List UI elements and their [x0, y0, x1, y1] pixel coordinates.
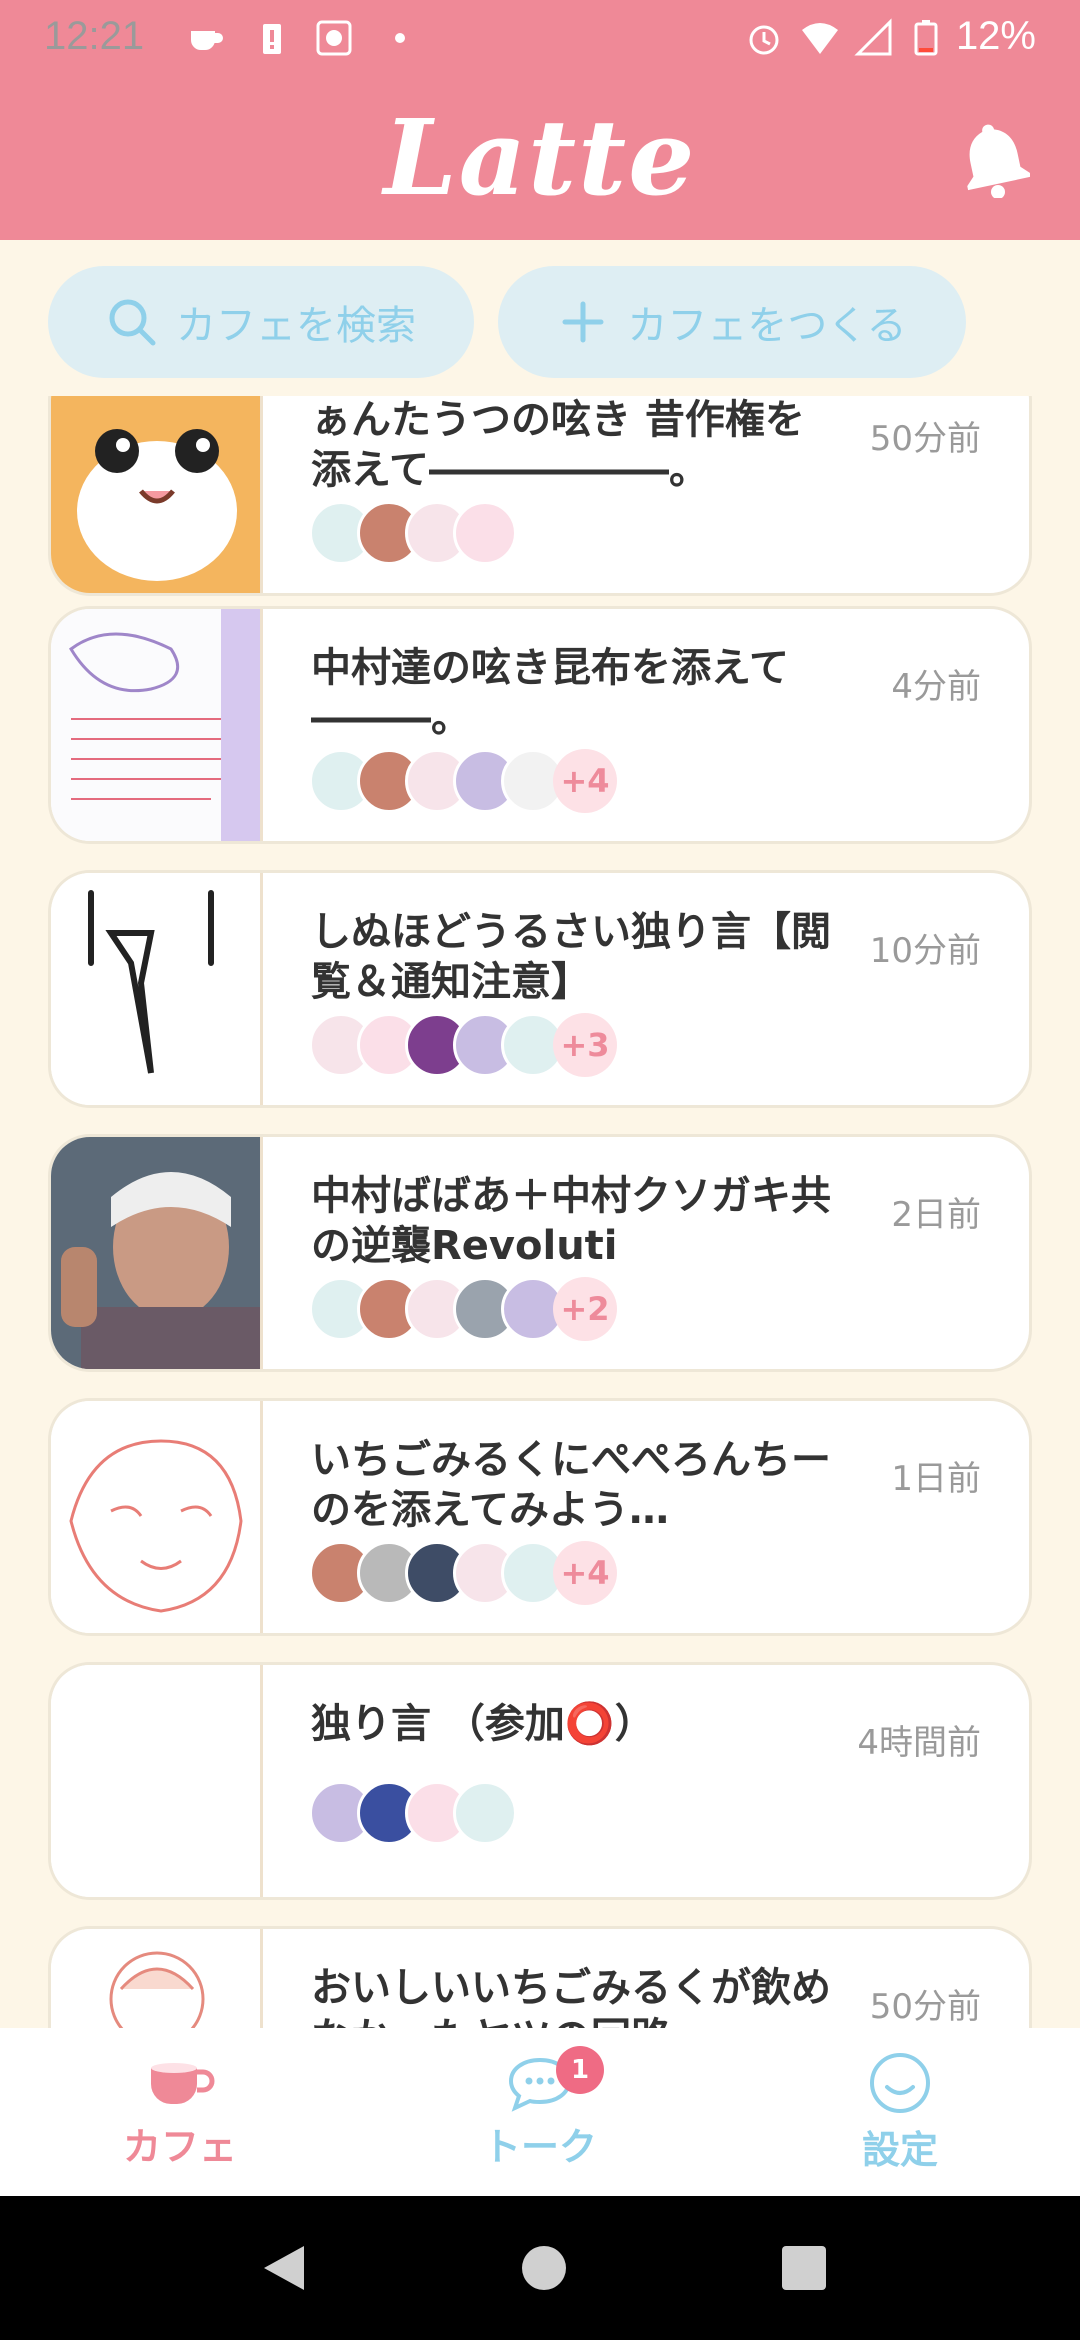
cafe-card[interactable]: おいしいいちごみるくが飲めなかったヤツの回路 50分前	[48, 1926, 1032, 2028]
cafe-title: 独り言 （参加⭕️）	[311, 1701, 655, 1747]
cafe-time: 50分前	[869, 419, 981, 459]
tab-settings[interactable]: 設定	[720, 2028, 1080, 2196]
cafe-card[interactable]: いちごみるくにぺぺろんちーのを添えてみよう… 1日前 +4	[48, 1398, 1032, 1636]
cafe-time: 2日前	[891, 1195, 981, 1235]
more-members-count: +2	[553, 1277, 617, 1341]
cafe-title: ぁんたうつの呟き 昔作権を添えて――――――。	[311, 397, 805, 493]
cafe-thumbnail	[51, 396, 263, 593]
avatar	[453, 1781, 517, 1845]
smile-face-icon	[870, 2052, 930, 2113]
more-members-count: +4	[553, 1541, 617, 1605]
member-avatars: +3	[309, 1013, 617, 1077]
cafe-title: 中村達の呟き昆布を添えて―――。	[311, 645, 789, 741]
member-avatars: +2	[309, 1277, 617, 1341]
talk-badge: 1	[556, 2046, 604, 2094]
cafe-card[interactable]: しぬほどうるさい独り言【閲覧＆通知注意】 10分前 +3	[48, 870, 1032, 1108]
create-cafe-button[interactable]: カフェをつくる	[498, 266, 966, 378]
plus-icon	[562, 301, 604, 343]
member-avatars: +4	[309, 749, 617, 813]
cafe-card[interactable]: 中村ばばあ＋中村クソガキ共の逆襲Revoluti 2日前 +2	[48, 1134, 1032, 1372]
member-avatars: +4	[309, 1541, 617, 1605]
home-icon[interactable]	[516, 2240, 572, 2296]
more-members-count: +3	[553, 1013, 617, 1077]
cafe-time: 4分前	[891, 667, 981, 707]
bottom-nav: カフェ 1 トーク 設定	[0, 2028, 1080, 2196]
member-avatars	[309, 1781, 517, 1845]
more-members-count: +4	[553, 749, 617, 813]
tab-settings-label: 設定	[861, 2127, 938, 2172]
cafe-thumbnail	[51, 873, 263, 1105]
tab-cafe[interactable]: カフェ	[0, 2028, 360, 2196]
battery-icon	[914, 20, 938, 56]
app-logo: Latte	[383, 96, 697, 219]
cafe-card[interactable]: 中村達の呟き昆布を添えて―――。 4分前 +4	[48, 606, 1032, 844]
battery-percent: 12%	[955, 14, 1036, 58]
search-icon	[109, 299, 156, 346]
signal-icon	[854, 18, 892, 56]
search-cafe-button[interactable]: カフェを検索	[48, 266, 474, 378]
tab-talk[interactable]: 1 トーク	[360, 2028, 720, 2196]
avatar	[453, 501, 517, 565]
cafe-card[interactable]: ぁんたうつの呟き 昔作権を添えて――――――。 50分前	[48, 396, 1032, 596]
bell-icon[interactable]	[958, 118, 1030, 198]
create-cafe-label: カフェをつくる	[627, 303, 907, 349]
cafe-time: 4時間前	[857, 1723, 981, 1763]
cafe-card[interactable]: 独り言 （参加⭕️） 4時間前	[48, 1662, 1032, 1900]
cafe-time: 10分前	[869, 931, 981, 971]
cafe-title: いちごみるくにぺぺろんちーのを添えてみよう…	[311, 1437, 831, 1533]
tab-cafe-label: カフェ	[122, 2124, 237, 2169]
cafe-title: おいしいいちごみるくが飲めなかったヤツの回路	[311, 1965, 831, 2028]
back-icon[interactable]	[256, 2240, 312, 2296]
cafe-thumbnail	[51, 609, 263, 841]
cafe-title: しぬほどうるさい独り言【閲覧＆通知注意】	[311, 909, 831, 1005]
cafe-time: 50分前	[869, 1987, 981, 2027]
member-avatars	[309, 501, 517, 565]
action-bar: カフェを検索 カフェをつくる	[0, 240, 1080, 396]
cafe-title: 中村ばばあ＋中村クソガキ共の逆襲Revoluti	[311, 1173, 831, 1269]
cafe-thumbnail	[51, 1665, 263, 1897]
battery-alert-icon	[263, 24, 281, 54]
cafe-thumbnail	[51, 1401, 263, 1633]
system-nav-bar	[0, 2196, 1080, 2340]
alarm-icon	[749, 25, 779, 55]
cafe-time: 1日前	[891, 1459, 981, 1499]
gallery-icon	[316, 20, 352, 56]
app-header: 12:21 12% Latte	[0, 0, 1080, 240]
coffee-cup-icon	[191, 31, 223, 50]
search-cafe-label: カフェを検索	[176, 303, 416, 349]
cafe-thumbnail	[51, 1137, 263, 1369]
wifi-icon	[802, 23, 838, 54]
cafe-thumbnail	[51, 1929, 263, 2028]
status-bar: 12:21 12%	[0, 0, 1080, 78]
dot-icon	[395, 33, 405, 43]
cafe-list[interactable]: ぁんたうつの呟き 昔作権を添えて――――――。 50分前 中村達の呟き昆布を添え…	[0, 396, 1080, 2028]
recents-icon[interactable]	[776, 2240, 832, 2296]
tab-talk-label: トーク	[482, 2124, 597, 2169]
cafe-cup-icon	[151, 2062, 215, 2104]
